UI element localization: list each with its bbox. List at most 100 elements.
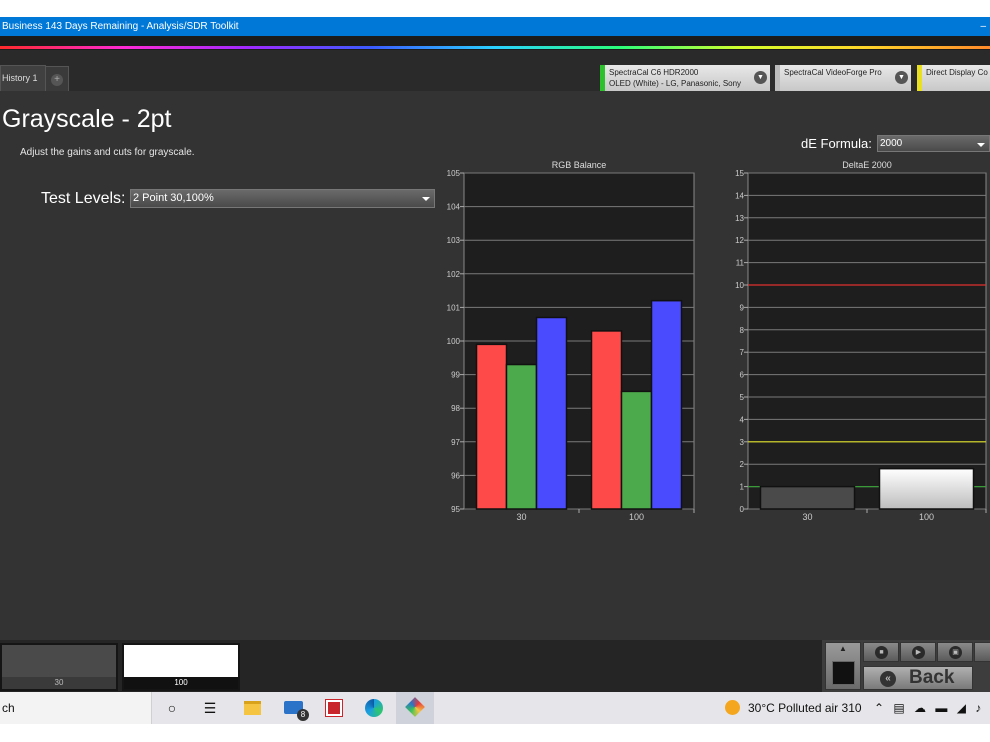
y-tick-label: 103 [447, 236, 461, 245]
playback-controls: ▲ ■ ▶ ▣ « Back [822, 640, 990, 692]
rgb-balance-svg: RGB Balance 95 96 97 98 99 100 101 102 103 104 105 3… [447, 160, 695, 522]
taskbar: ch ○ ☰ 8 30°C Polluted air 310 ⌃ ▤ ☁ ▬ ◢… [0, 692, 990, 724]
more-button[interactable] [974, 642, 990, 662]
search-text: ch [2, 701, 15, 715]
weather-text[interactable]: 30°C Polluted air 310 [724, 699, 862, 717]
y-tick-label: 99 [451, 371, 460, 380]
y-tick-label: 100 [447, 337, 461, 346]
play-icon: ▶ [912, 646, 925, 659]
y-tick-label: 101 [447, 303, 461, 312]
swatch-100-color [124, 645, 238, 677]
stop-button[interactable]: ■ [863, 642, 899, 662]
chevron-down-icon[interactable]: ▼ [895, 71, 908, 84]
device-display-name: Direct Display Co [926, 68, 988, 77]
y-tick-label: 95 [451, 505, 460, 514]
save-button[interactable]: ▣ [937, 642, 973, 662]
device-display[interactable]: Direct Display Co [917, 65, 990, 91]
y-tick-label: 3 [740, 438, 745, 447]
chart-title: DeltaE 2000 [842, 160, 892, 170]
swatch-30-color [2, 645, 116, 677]
chevron-down-icon [977, 143, 985, 147]
test-levels-value: 2 Point 30,100% [133, 192, 214, 204]
plot-area [747, 172, 987, 510]
chevron-down-icon [422, 197, 430, 201]
bar-100-0 [878, 467, 975, 510]
test-levels-label: Test Levels: [41, 190, 126, 207]
y-tick-label: 6 [740, 371, 745, 380]
swatch-30-label: 30 [2, 677, 116, 689]
y-tick-label: 9 [740, 303, 745, 312]
tab-strip: History 1 + SpectraCal C6 HDR2000 OLED (… [0, 50, 990, 91]
y-tick-label: 104 [447, 203, 461, 212]
window-title: Business 143 Days Remaining - Analysis/S… [2, 21, 239, 32]
chart-title: RGB Balance [552, 160, 607, 170]
de-formula-select[interactable]: 2000 [877, 135, 990, 152]
de-formula-label: dE Formula: [801, 136, 872, 151]
y-tick-label: 97 [451, 438, 460, 447]
y-tick-label: 2 [740, 460, 745, 469]
main-panel: Grayscale - 2pt Adjust the gains and cut… [0, 91, 990, 640]
plus-icon: + [51, 74, 63, 86]
bar-30-0 [759, 485, 856, 510]
y-tick-label: 8 [740, 326, 745, 335]
edge-icon[interactable] [363, 698, 385, 718]
page-subtitle: Adjust the gains and cuts for grayscale. [20, 147, 195, 158]
y-tick-label: 4 [740, 415, 745, 424]
bar-100-1 [620, 390, 653, 510]
system-tray[interactable]: ⌃ ▤ ☁ ▬ ◢ ♪ [874, 699, 984, 717]
edge-shape [365, 699, 383, 717]
swatch-100[interactable]: 100 [122, 643, 240, 691]
y-tick-label: 7 [740, 348, 745, 357]
bar-30-2 [535, 316, 568, 510]
chevron-down-icon[interactable]: ▼ [754, 71, 767, 84]
x-tick-label: 30 [802, 512, 812, 522]
tab-history-1[interactable]: History 1 [0, 65, 46, 91]
y-tick-label: 96 [451, 471, 460, 480]
bar-30-0 [475, 343, 508, 510]
patch-preview [832, 661, 855, 685]
y-tick-label: 105 [447, 169, 461, 178]
rgb-balance-chart: RGB Balance 95 96 97 98 99 100 101 102 103 104 105 3… [435, 157, 700, 527]
file-explorer-icon[interactable] [241, 698, 263, 718]
calman-app-icon[interactable] [396, 692, 434, 724]
test-levels-select[interactable]: 2 Point 30,100% [130, 189, 435, 208]
header-rainbow [0, 36, 990, 50]
y-tick-label: 10 [735, 281, 744, 290]
bar-100-0 [590, 330, 623, 510]
back-button[interactable]: « Back [863, 666, 973, 690]
cortana-icon[interactable]: ○ [161, 698, 183, 718]
up-icon: ▲ [839, 644, 847, 653]
y-tick-label: 13 [735, 214, 744, 223]
swatch-30[interactable]: 30 [0, 643, 118, 691]
swatch-100-label: 100 [124, 677, 238, 689]
device-meter[interactable]: SpectraCal C6 HDR2000 OLED (White) - LG,… [600, 65, 770, 91]
y-tick-label: 102 [447, 270, 461, 279]
stop-icon: ■ [875, 646, 888, 659]
task-view-icon[interactable]: ☰ [199, 698, 221, 718]
y-tick-label: 5 [740, 393, 745, 402]
page-title: Grayscale - 2pt [2, 105, 172, 133]
gift-shape [325, 699, 343, 717]
deltae-chart: DeltaE 2000 0 1 2 3 4 5 6 7 8 9 10 11 12 13 14 15 30 100 [722, 157, 990, 527]
mail-badge: 8 [297, 709, 309, 721]
taskbar-search[interactable]: ch [0, 692, 152, 724]
mail-icon[interactable]: 8 [283, 698, 309, 721]
deltae-svg: DeltaE 2000012345678910111213141530 100 [735, 160, 987, 522]
patch-preview-button[interactable]: ▲ [825, 642, 861, 690]
folder-shape [244, 701, 261, 715]
y-tick-label: 0 [740, 505, 745, 514]
bar-30-1 [505, 363, 538, 510]
device-generator[interactable]: SpectraCal VideoForge Pro ▼ [775, 65, 911, 91]
x-tick-label: 100 [629, 512, 644, 522]
y-tick-label: 1 [740, 483, 745, 492]
play-button[interactable]: ▶ [900, 642, 936, 662]
bar-100-2 [650, 299, 683, 510]
minimize-button[interactable]: – [980, 17, 986, 36]
de-formula-value: 2000 [880, 138, 903, 149]
device-generator-name: SpectraCal VideoForge Pro [784, 68, 882, 77]
rainbow-stripe [0, 46, 990, 49]
y-tick-label: 98 [451, 404, 460, 413]
back-arrow-icon: « [880, 671, 896, 687]
gift-icon[interactable] [323, 698, 345, 718]
add-tab-button[interactable]: + [45, 66, 69, 91]
